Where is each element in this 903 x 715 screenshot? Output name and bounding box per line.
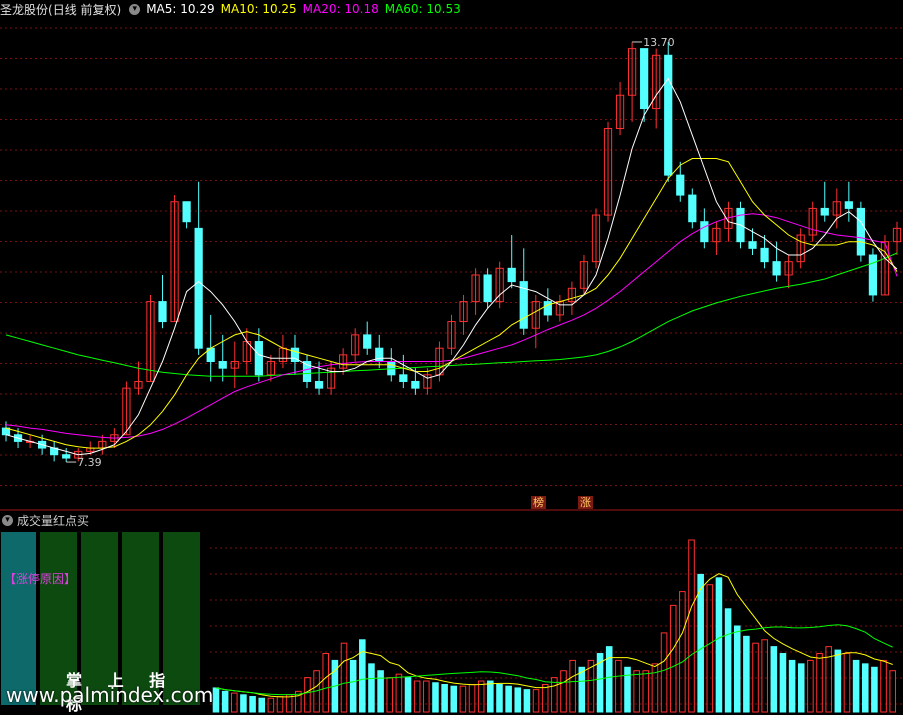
volume-bar xyxy=(450,685,458,713)
candle-body xyxy=(182,201,191,223)
volume-bar xyxy=(523,689,531,713)
chevron-down-icon[interactable]: ▾ xyxy=(2,514,13,526)
volume-bar xyxy=(496,683,503,713)
volume-bar xyxy=(605,646,613,713)
candle-body xyxy=(640,48,649,110)
volume-bar xyxy=(834,649,842,713)
candle-body xyxy=(507,267,516,283)
ma60-line xyxy=(5,252,898,377)
volume-bar xyxy=(743,635,750,713)
volume-bar xyxy=(432,682,439,713)
candle-body xyxy=(158,301,167,323)
candle-body xyxy=(387,361,396,376)
volume-bar xyxy=(633,670,640,713)
volume-bar xyxy=(578,666,586,713)
candle-body xyxy=(760,247,769,263)
volume-bar xyxy=(532,689,540,713)
reason-label: 【涨停原因】 xyxy=(4,572,77,586)
candle-body xyxy=(483,274,492,303)
candle-body xyxy=(664,54,673,176)
candle-body xyxy=(700,221,709,243)
candle-body xyxy=(62,454,71,459)
volume-bar xyxy=(724,608,732,713)
zhang-marker: 涨 xyxy=(578,496,593,509)
low-price-label: 7.39 xyxy=(77,456,102,469)
volume-bar xyxy=(770,646,778,713)
ma5-line xyxy=(5,77,898,456)
volume-bar xyxy=(560,670,567,713)
volume-bar xyxy=(852,659,860,713)
high-price-label: 13.70 xyxy=(643,36,675,49)
volume-bar xyxy=(477,680,485,713)
volume-bar xyxy=(468,683,476,713)
panel-bar xyxy=(1,532,36,705)
volume-bar xyxy=(706,584,714,713)
volume-bar xyxy=(861,663,869,713)
volume-bar xyxy=(258,697,266,713)
candle-body xyxy=(218,361,227,369)
volume-bar xyxy=(423,680,430,713)
volume-bar xyxy=(871,666,878,713)
volume-bar xyxy=(377,670,384,713)
ma10-line xyxy=(5,158,898,449)
candle-body xyxy=(856,207,865,256)
volume-bar xyxy=(624,666,631,713)
candle-body xyxy=(772,261,781,276)
candle-body xyxy=(411,380,420,389)
volume-bar xyxy=(359,639,366,713)
candle-body xyxy=(314,380,324,389)
volume-bar xyxy=(505,685,512,713)
candle-body xyxy=(844,201,853,209)
bang-marker: 榜 xyxy=(531,496,546,509)
candle-body xyxy=(363,334,372,349)
volume-bar xyxy=(788,659,796,713)
volume-bar xyxy=(487,680,494,713)
volume-bar xyxy=(660,632,668,713)
volume-bar xyxy=(514,687,522,713)
volume-bar xyxy=(413,680,421,713)
volume-bar xyxy=(240,694,247,713)
volume-bar xyxy=(212,687,220,713)
volume-bar xyxy=(368,663,375,713)
volume-bar xyxy=(843,653,851,713)
volume-bar xyxy=(395,673,403,713)
volume-bar xyxy=(221,690,229,713)
volume-bar xyxy=(779,653,787,713)
volume-bar xyxy=(697,573,704,713)
volume-bar xyxy=(797,663,805,713)
candle-body xyxy=(194,227,203,349)
volume-bar xyxy=(267,697,275,713)
candle-body xyxy=(543,301,552,316)
volume-bar xyxy=(386,677,394,713)
volume-bar xyxy=(349,659,357,713)
volume-bar xyxy=(322,653,330,713)
volume-indicator-header: ▾ 成交量红点买 xyxy=(0,511,89,529)
volume-bar xyxy=(642,670,650,713)
candle-body xyxy=(375,347,384,363)
volume-bar xyxy=(715,577,723,713)
volume-bar xyxy=(733,625,741,713)
candle-body xyxy=(868,254,878,296)
volume-bar xyxy=(761,639,768,713)
candle-body xyxy=(688,194,697,223)
volume-bar xyxy=(304,677,311,713)
volume-bar xyxy=(231,692,238,713)
candle-body xyxy=(676,174,685,196)
candle-body xyxy=(748,241,757,249)
volume-bar xyxy=(459,685,467,713)
volume-bar xyxy=(651,663,659,713)
indicator-title: 成交量红点买 xyxy=(17,513,90,528)
volume-bar xyxy=(441,683,448,713)
candle-body xyxy=(254,341,263,376)
volume-bar xyxy=(541,683,549,713)
watermark: www.palmindex.com xyxy=(6,683,214,707)
volume-bar xyxy=(249,696,256,713)
volume-bar xyxy=(816,653,823,713)
volume-bar xyxy=(889,670,896,713)
volume-bar xyxy=(669,604,677,713)
candle-body xyxy=(820,207,829,216)
candle-body xyxy=(399,374,408,382)
volume-bar xyxy=(404,677,412,713)
